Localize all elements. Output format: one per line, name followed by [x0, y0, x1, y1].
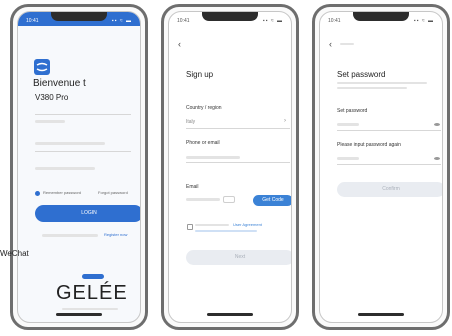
password-divider [337, 130, 441, 131]
password-placeholder [35, 167, 95, 170]
code-field-box[interactable] [223, 196, 235, 203]
email-label: Email [186, 184, 199, 190]
login-phone: 10:41 ▪▪ ≈ ▬ Bienvenue t V380 Pro Rememb… [10, 4, 148, 330]
app-logo-icon [34, 59, 50, 75]
setpassword-phone: 10:41 ▪▪ ≈ ▬ ‹ Set password Set password… [312, 4, 450, 330]
password-rules-hint [337, 82, 427, 84]
status-time: 10:41 [177, 18, 190, 24]
home-indicator [207, 313, 253, 316]
signup-screen: 10:41 ▪▪ ≈ ▬ ‹ Sign up Country / region … [168, 11, 292, 323]
notch [51, 12, 107, 21]
remember-label: Remember password [43, 190, 82, 195]
country-label: Country / region [186, 105, 222, 111]
country-divider [186, 128, 290, 129]
chevron-right-icon[interactable]: › [284, 118, 286, 124]
page-title: Set password [337, 70, 386, 79]
sign-up-label: Next [234, 254, 246, 260]
confirm-label-text: Confirm [382, 186, 400, 192]
phone-input[interactable] [186, 156, 240, 159]
agreement-link[interactable]: User Agreement [233, 222, 262, 227]
back-icon[interactable]: ‹ [178, 39, 181, 49]
forgot-password-link[interactable]: Forgot password [98, 190, 128, 195]
account-hint [35, 142, 105, 145]
register-hint [42, 234, 98, 237]
welcome-text: Bienvenue t [33, 78, 86, 89]
password-rules-hint-2 [337, 87, 407, 89]
app-name: V380 Pro [35, 93, 69, 102]
get-code-button[interactable]: Get Code [253, 195, 291, 206]
phone-divider [186, 162, 290, 163]
agreement-checkbox[interactable] [187, 224, 193, 230]
eye-icon[interactable] [434, 123, 440, 126]
confirm-divider [337, 164, 441, 165]
login-screen: 10:41 ▪▪ ≈ ▬ Bienvenue t V380 Pro Rememb… [17, 11, 141, 323]
brand-logo-text: GELÉE [56, 282, 128, 304]
footer-links [62, 308, 118, 310]
agreement-text [195, 224, 229, 226]
wechat-label: WeChat [0, 249, 29, 258]
wechat-icon[interactable] [82, 274, 104, 279]
home-indicator [56, 313, 102, 316]
login-button-label: LOGIN [81, 210, 97, 216]
back-icon[interactable]: ‹ [329, 39, 332, 49]
register-link[interactable]: Register now [104, 232, 127, 237]
signup-phone: 10:41 ▪▪ ≈ ▬ ‹ Sign up Country / region … [161, 4, 299, 330]
username-field[interactable] [35, 114, 131, 115]
confirm-input[interactable] [337, 157, 359, 160]
get-code-label: Get Code [262, 197, 284, 203]
status-indicators: ▪▪ ≈ ▬ [413, 18, 434, 24]
status-indicators: ▪▪ ≈ ▬ [262, 18, 283, 24]
home-indicator [358, 313, 404, 316]
top-hint [340, 43, 354, 45]
page-title: Sign up [186, 70, 214, 79]
phone-label: Phone or email [186, 140, 220, 146]
status-time: 10:41 [26, 18, 39, 24]
status-indicators: ▪▪ ≈ ▬ [111, 18, 132, 24]
setpassword-screen: 10:41 ▪▪ ≈ ▬ ‹ Set password Set password… [319, 11, 443, 323]
confirm-label: Please input password again [337, 142, 401, 148]
status-time: 10:41 [328, 18, 341, 24]
login-button[interactable]: LOGIN [35, 205, 140, 222]
country-value[interactable]: Italy [186, 119, 195, 125]
password-field[interactable] [35, 151, 131, 152]
eye-icon[interactable] [434, 157, 440, 160]
remember-checkbox[interactable] [35, 191, 40, 196]
password-input[interactable] [337, 123, 359, 126]
username-placeholder [35, 120, 65, 123]
notch [353, 12, 409, 21]
confirm-button[interactable]: Confirm [337, 182, 442, 197]
notch [202, 12, 258, 21]
agreement-text-line2 [195, 230, 257, 232]
sign-up-button[interactable]: Next [186, 250, 291, 265]
code-input[interactable] [186, 198, 220, 201]
password-label: Set password [337, 108, 368, 114]
